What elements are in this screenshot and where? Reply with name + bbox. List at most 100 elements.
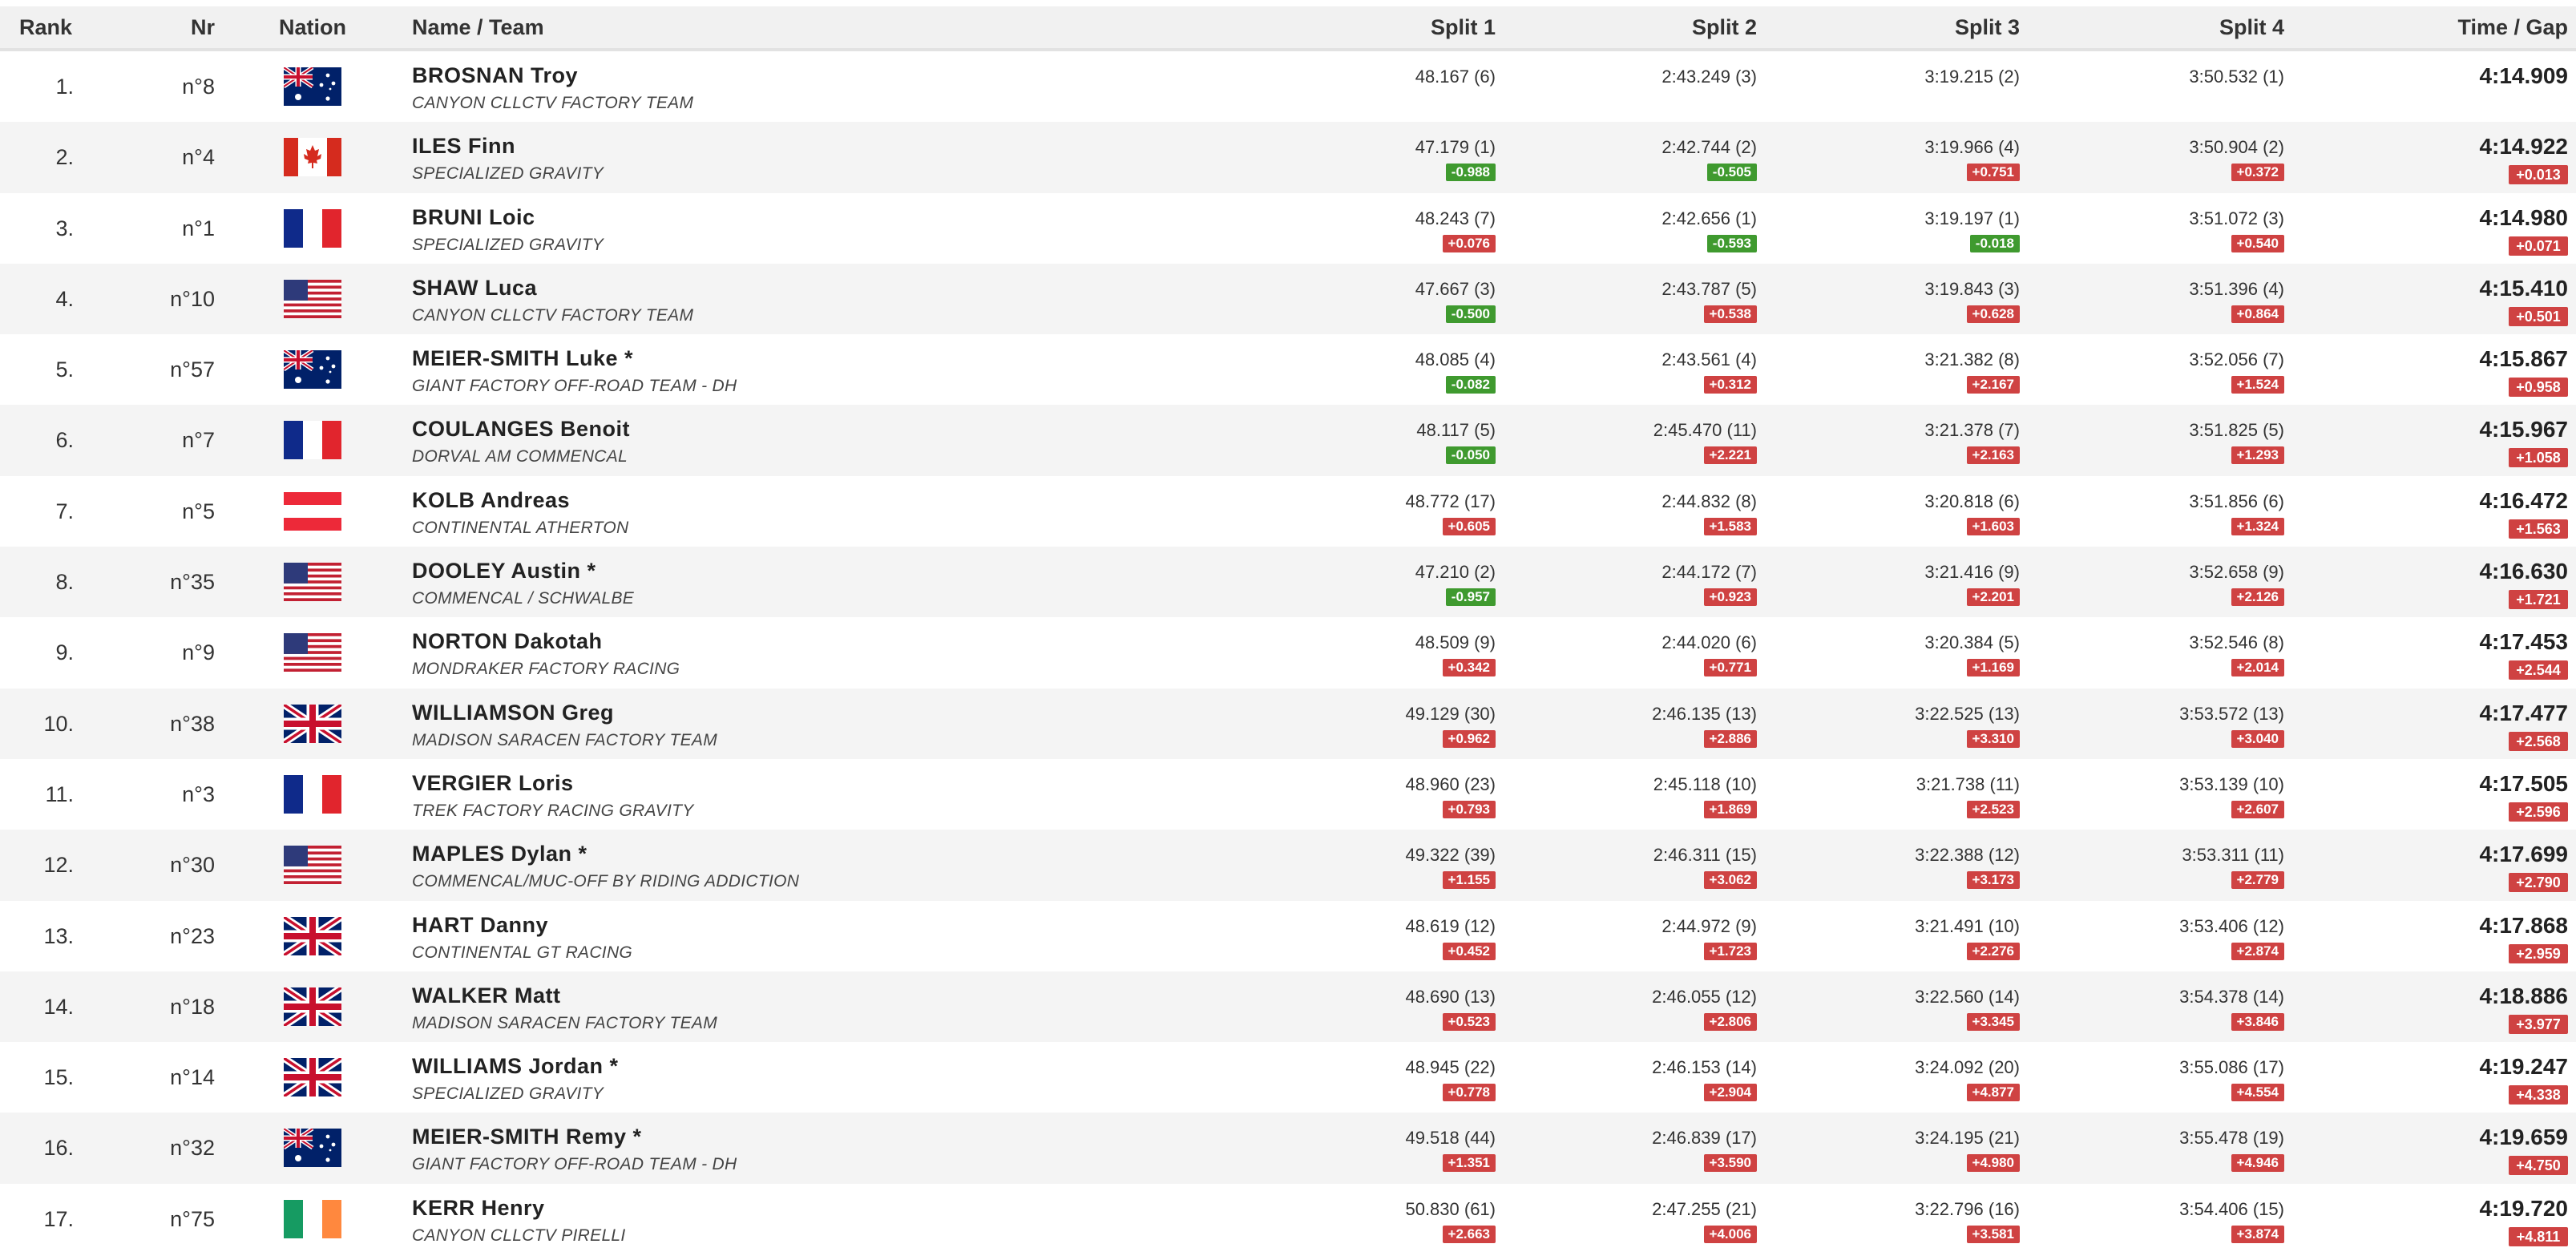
header-nr[interactable]: Nr [128,6,215,48]
rank-cell: 13. [43,923,74,948]
time-gap-badge: +0.071 [2509,236,2568,256]
nation-cell [264,1129,361,1168]
header-nation[interactable]: Nation [264,6,361,48]
nation-cell [264,704,361,743]
rider-cell: BROSNAN Troy CANYON CLLCTV FACTORY TEAM [412,63,1213,115]
rider-name[interactable]: WALKER Matt [412,983,1213,1008]
split-1-cell: 48.085 (4) -0.082 [1282,349,1496,394]
split-4-gap-badge: +1.293 [2231,446,2284,465]
split-2-time: 2:46.311 (15) [1653,845,1757,866]
time-gap-cell: 4:19.659 +4.750 [2324,1124,2568,1176]
split-1-time: 48.960 (23) [1405,773,1496,794]
rider-name[interactable]: WILLIAMSON Greg [412,700,1213,725]
split-2-time: 2:46.839 (17) [1652,1128,1757,1149]
rider-name[interactable]: MEIER-SMITH Remy * [412,1124,1213,1149]
header-split-1[interactable]: Split 1 [1282,6,1496,48]
split-1-time: 48.945 (22) [1405,1057,1496,1078]
rider-name[interactable]: KOLB Andreas [412,487,1213,513]
split-4-cell: 3:53.406 (12) +2.874 [2071,915,2284,960]
rider-name[interactable]: ILES Finn [412,133,1213,159]
rider-cell: BRUNI Loic SPECIALIZED GRAVITY [412,204,1213,257]
time-gap-badge: +1.563 [2509,519,2568,539]
split-4-time: 3:53.139 (10) [2179,773,2284,794]
rider-name[interactable]: HART Danny [412,912,1213,938]
rider-name[interactable]: KERR Henry [412,1195,1213,1221]
split-1-time: 48.772 (17) [1405,491,1496,511]
split-2-cell: 2:44.172 (7) +0.923 [1544,561,1757,607]
rider-name[interactable]: MAPLES Dylan * [412,841,1213,866]
final-time: 4:14.922 [2479,134,2568,160]
rider-name[interactable]: SHAW Luca [412,275,1213,301]
header-split-2[interactable]: Split 2 [1544,6,1757,48]
split-2-cell: 2:47.255 (21) +4.006 [1544,1198,1757,1243]
header-split-3[interactable]: Split 3 [1807,6,2020,48]
table-row[interactable]: 4. n°10 SHAW Luca CANYON CLLCTV FACTORY TEA… [0,263,2576,335]
split-1-cell: 50.830 (61) +2.663 [1282,1198,1496,1243]
table-row[interactable]: 9. n°9 NORTON Dakotah MONDRAKER FACTORY RAC… [0,617,2576,688]
split-2-gap-badge: +1.583 [1703,517,1757,535]
rider-name[interactable]: DOOLEY Austin * [412,558,1213,584]
split-1-gap-badge: -0.082 [1445,376,1496,394]
split-4-cell: 3:51.396 (4) +0.864 [2071,278,2284,323]
split-2-time: 2:46.153 (14) [1652,1057,1757,1078]
header-rank[interactable]: Rank [19,6,72,48]
team-name: TREK FACTORY RACING GRAVITY [412,801,694,820]
split-1-time: 48.167 (6) [1415,67,1496,87]
time-gap-cell: 4:16.630 +1.721 [2324,558,2568,610]
rider-name[interactable]: VERGIER Loris [412,770,1213,796]
table-row[interactable]: 2. n°4 ILES Finn SPECIALIZED GRAVITY 47.179 … [0,122,2576,193]
table-row[interactable]: 16. n°32 MEIER-SMITH Remy * GIANT FACTORY O… [0,1113,2576,1184]
split-2-gap-badge: +2.886 [1703,729,1757,748]
team-name: CANYON CLLCTV PIRELLI [412,1226,626,1245]
table-row[interactable]: 6. n°7 COULANGES Benoit DORVAL AM COMMENCAL… [0,405,2576,476]
table-row[interactable]: 14. n°18 WALKER Matt MADISON SARACEN FACTOR… [0,971,2576,1043]
split-4-cell: 3:51.072 (3) +0.540 [2071,208,2284,252]
split-3-cell: 3:19.843 (3) +0.628 [1807,278,2020,323]
table-row[interactable]: 8. n°35 DOOLEY Austin * COMMENCAL / SCHWALB… [0,547,2576,618]
nation-cell [264,987,361,1026]
table-row[interactable]: 11. n°3 VERGIER Loris TREK FACTORY RACING G… [0,759,2576,830]
rider-name[interactable]: MEIER-SMITH Luke * [412,345,1213,371]
table-row[interactable]: 15. n°14 WILLIAMS Jordan * SPECIALIZED GRAV… [0,1042,2576,1113]
time-gap-badge: +1.721 [2509,590,2568,610]
rider-cell: NORTON Dakotah MONDRAKER FACTORY RACING [412,628,1213,681]
table-row[interactable]: 17. n°75 KERR Henry CANYON CLLCTV PIRELLI 50… [0,1184,2576,1254]
flag-ireland-icon [284,1199,341,1242]
rider-cell: COULANGES Benoit DORVAL AM COMMENCAL [412,416,1213,469]
bib-number-cell: n°9 [182,640,215,665]
split-4-time: 3:51.825 (5) [2189,420,2284,441]
time-gap-badge: +0.013 [2509,165,2568,185]
table-header: Rank Nr Nation Name / Team Split 1 Split… [0,6,2576,51]
nation-cell [264,916,361,955]
table-row[interactable]: 5. n°57 MEIER-SMITH Luke * GIANT FACTORY OF… [0,334,2576,405]
rider-name[interactable]: BRUNI Loic [412,204,1213,230]
team-name: COMMENCAL / SCHWALBE [412,589,635,608]
rider-name[interactable]: BROSNAN Troy [412,63,1213,88]
table-row[interactable]: 1. n°8 BROSNAN Troy CANYON CLLCTV FACTORY T… [0,51,2576,122]
flag-usa-icon [284,279,341,322]
split-2-cell: 2:42.744 (2) -0.505 [1544,136,1757,182]
header-time-gap[interactable]: Time / Gap [2324,6,2568,48]
rider-name[interactable]: COULANGES Benoit [412,416,1213,442]
time-gap-cell: 4:18.886 +3.977 [2324,983,2568,1034]
rider-name[interactable]: WILLIAMS Jordan * [412,1053,1213,1079]
split-1-cell: 48.117 (5) -0.050 [1282,419,1496,465]
bib-number-cell: n°10 [170,286,215,311]
table-row[interactable]: 10. n°38 WILLIAMSON Greg MADISON SARACEN FA… [0,688,2576,759]
split-4-time: 3:52.056 (7) [2189,349,2284,370]
split-4-time: 3:53.572 (13) [2179,703,2284,724]
split-1-time: 48.085 (4) [1415,349,1496,370]
table-row[interactable]: 12. n°30 MAPLES Dylan * COMMENCAL/MUC-OFF B… [0,830,2576,901]
results-table: Rank Nr Nation Name / Team Split 1 Split… [0,6,2576,1254]
split-1-time: 49.322 (39) [1405,845,1496,866]
header-name-team[interactable]: Name / Team [412,6,1213,48]
split-4-gap-badge: +2.607 [2231,800,2284,818]
time-gap-cell: 4:15.410 +0.501 [2324,275,2568,326]
rider-name[interactable]: NORTON Dakotah [412,628,1213,654]
split-3-cell: 3:24.092 (20) +4.877 [1807,1056,2020,1102]
table-row[interactable]: 7. n°5 KOLB Andreas CONTINENTAL ATHERTON 48.… [0,476,2576,547]
header-split-4[interactable]: Split 4 [2071,6,2284,48]
split-3-time: 3:22.796 (16) [1915,1198,2020,1219]
table-row[interactable]: 3. n°1 BRUNI Loic SPECIALIZED GRAVITY 48.243… [0,193,2576,264]
table-row[interactable]: 13. n°23 HART Danny CONTINENTAL GT RACING 48… [0,901,2576,971]
